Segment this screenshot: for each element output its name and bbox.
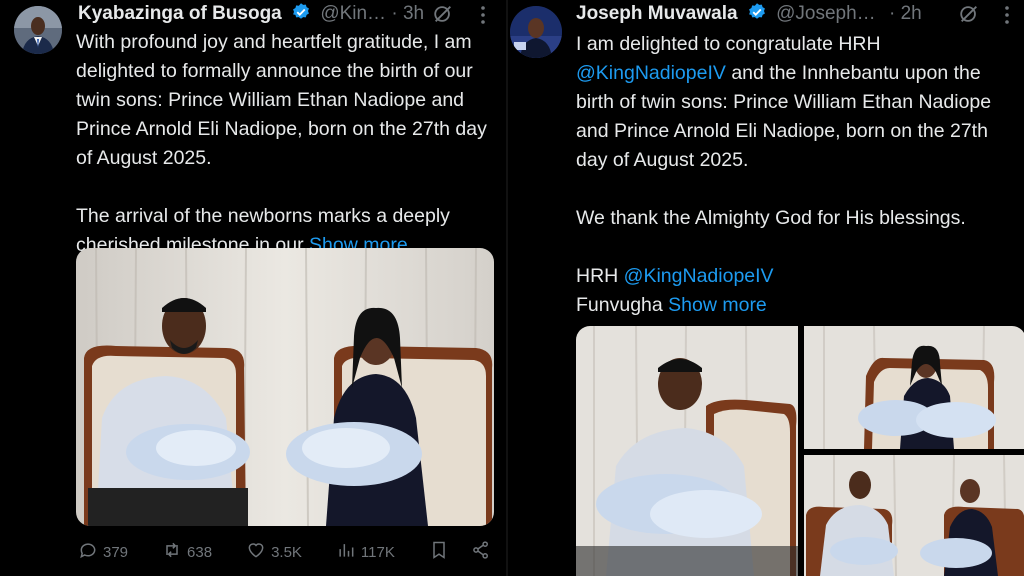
reply-count: 379: [103, 543, 129, 561]
tweet-paragraph: With profound joy and heartfelt gratitud…: [76, 31, 487, 169]
mention-link[interactable]: @KingNadiopeIV: [624, 265, 774, 287]
tweet-photo[interactable]: [804, 326, 1024, 449]
show-more-link[interactable]: Show more: [668, 294, 767, 316]
repost-button[interactable]: 638: [162, 540, 212, 564]
tweet-text: With profound joy and heartfelt gratitud…: [76, 28, 501, 260]
photo-father-with-twins: [576, 326, 798, 576]
tweet-paragraph: I am delighted to congratulate HRH @King…: [576, 33, 992, 171]
more-icon[interactable]: [1002, 4, 1012, 31]
like-count: 3.5K: [271, 543, 302, 561]
mention-link[interactable]: @KingNadiopeIV: [576, 62, 726, 84]
bookmark-button[interactable]: [429, 540, 449, 564]
author-name[interactable]: Joseph Muvawala: [576, 3, 738, 24]
share-icon: [471, 540, 491, 564]
views-button[interactable]: 117K: [336, 540, 395, 564]
share-button[interactable]: [471, 540, 491, 564]
tweet-joseph-muvawala[interactable]: Joseph Muvawala @Joseph… · 2h I am delig…: [506, 0, 1024, 576]
grok-icon[interactable]: [432, 3, 454, 30]
heart-icon: [246, 540, 266, 564]
tweet-paragraph: We thank the Almighty God for His blessi…: [576, 207, 966, 229]
photo-couple-with-twins: [804, 455, 1024, 576]
timestamp[interactable]: · 2h: [889, 3, 922, 24]
bookmark-icon: [429, 540, 449, 564]
avatar[interactable]: [14, 6, 62, 54]
photo-couple-with-twins: [76, 248, 494, 526]
reply-button[interactable]: 379: [78, 540, 128, 564]
timestamp[interactable]: · 3h: [391, 3, 424, 24]
views-icon: [336, 540, 356, 564]
author-name[interactable]: Kyabazinga of Busoga: [78, 3, 282, 24]
views-count: 117K: [360, 543, 395, 561]
grok-icon[interactable]: [958, 3, 980, 30]
avatar[interactable]: [510, 6, 562, 58]
tweet-actions: 379 638 3.5K 117K: [78, 538, 498, 566]
tweet-photo[interactable]: [804, 455, 1024, 576]
tweet-photo-grid: [576, 326, 1024, 576]
more-icon[interactable]: [478, 4, 488, 31]
tweet-paragraph: HRH @KingNadiopeIV Funvugha Show more: [576, 265, 774, 316]
tweet-photo[interactable]: [576, 326, 798, 576]
photo-mother-with-twins: [804, 326, 1024, 449]
tweet-photo[interactable]: [76, 248, 494, 526]
repost-icon: [162, 540, 182, 564]
repost-count: 638: [187, 543, 213, 561]
verified-badge-icon: [747, 2, 767, 30]
author-handle[interactable]: @Kin…: [320, 3, 386, 24]
verified-badge-icon: [291, 2, 311, 30]
reply-icon: [78, 540, 98, 564]
tweet-kyabazinga[interactable]: Kyabazinga of Busoga @Kin… · 3h With pro…: [0, 0, 506, 576]
like-button[interactable]: 3.5K: [246, 540, 302, 564]
tweet-text: I am delighted to congratulate HRH @King…: [576, 30, 1018, 320]
author-handle[interactable]: @Joseph…: [776, 3, 876, 24]
